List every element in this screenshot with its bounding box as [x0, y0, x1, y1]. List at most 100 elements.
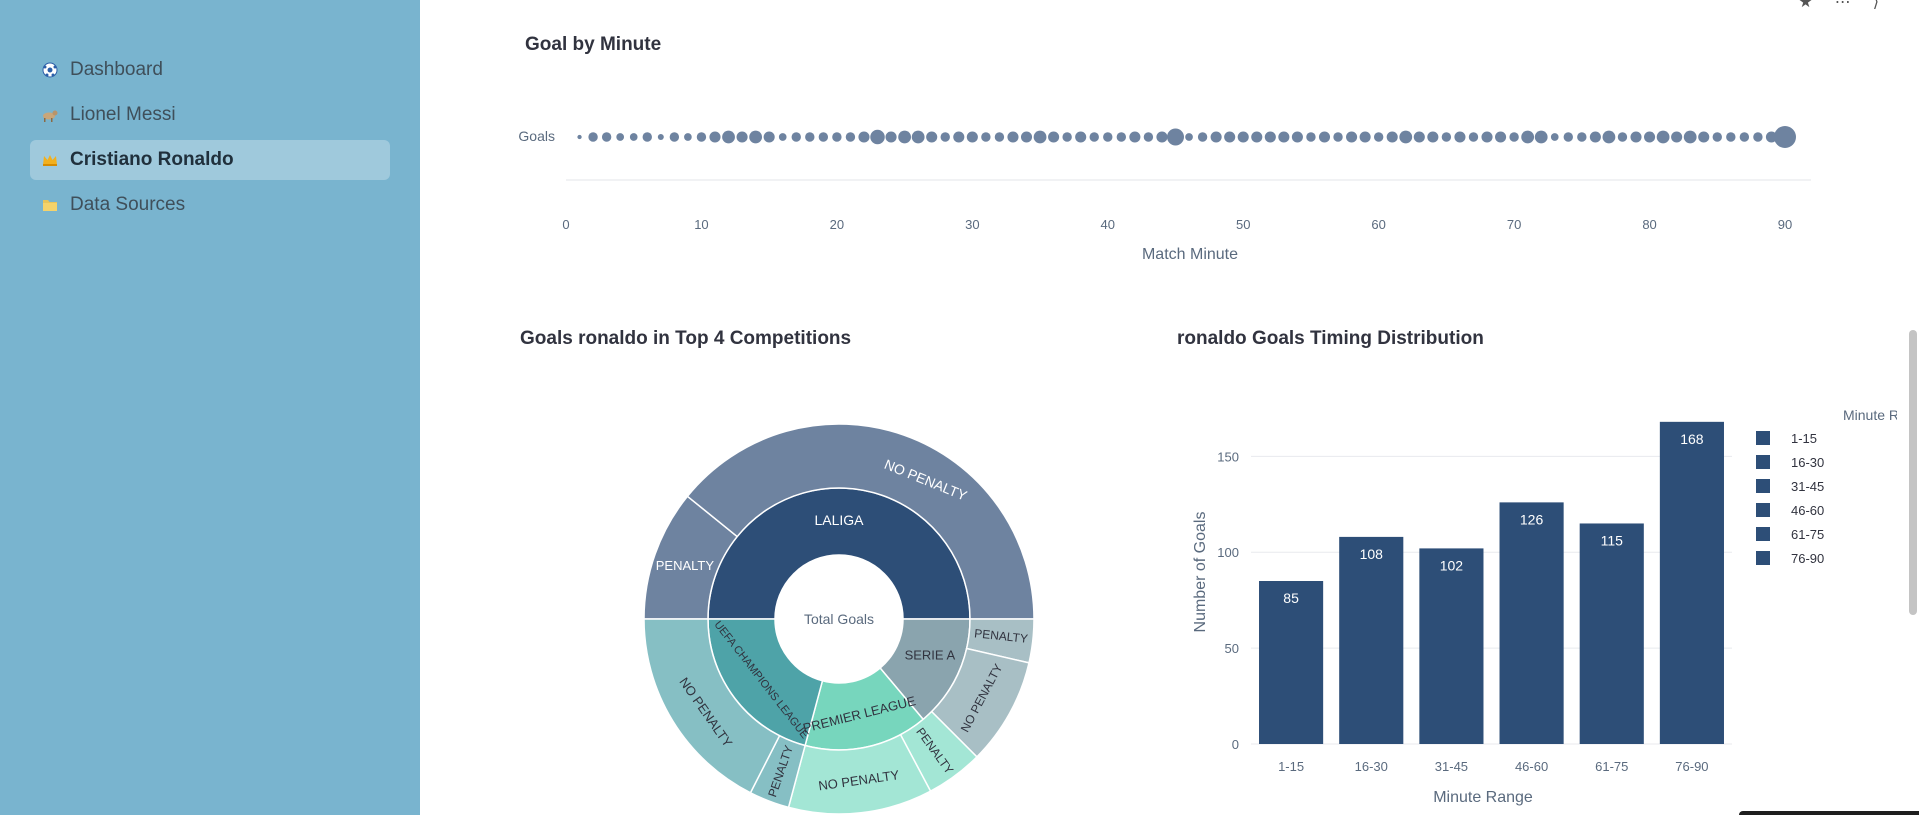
- goal-point: [845, 132, 856, 142]
- goal-point: [1726, 132, 1736, 142]
- goal-point: [684, 133, 692, 141]
- sunburst-chart: LALIGASERIE APREMIER LEAGUEUEFA CHAMPION…: [643, 423, 1035, 815]
- goal-point: [1454, 131, 1466, 143]
- goal-point: [1630, 131, 1642, 143]
- goal-point: [1399, 130, 1413, 144]
- x-tick-label: 40: [1101, 217, 1115, 232]
- goal-point: [1278, 131, 1290, 143]
- goal-point: [1116, 132, 1127, 142]
- sidebar-nav: Dashboard Lionel Messi Cristiano Ronaldo…: [30, 50, 390, 230]
- timing-bar-chart: 85 108 102 126 115 168 0 50 100 150 1-15 16-30 31-4…: [1192, 407, 1897, 806]
- goal-point: [778, 133, 787, 141]
- goal-point: [805, 132, 815, 142]
- goal-point: [1617, 132, 1628, 142]
- bar-value-label: 168: [1680, 431, 1704, 447]
- goal-point: [1224, 131, 1236, 143]
- goal-point: [588, 132, 598, 142]
- goal-point: [1698, 131, 1710, 143]
- x-axis-label: Minute Range: [1433, 789, 1533, 806]
- x-tick-label: 30: [965, 217, 979, 232]
- goal-point: [1237, 131, 1249, 143]
- goal-point: [1167, 128, 1184, 146]
- goal-point: [1156, 131, 1168, 143]
- legend-swatch: [1756, 527, 1770, 541]
- legend-label: 31-45: [1791, 479, 1824, 494]
- goal-point: [577, 134, 582, 140]
- goal-point: [722, 130, 735, 144]
- goal-point: [966, 131, 978, 143]
- timing-title: ronaldo Goals Timing Distribution: [1177, 328, 1484, 349]
- goal-point: [1753, 132, 1763, 142]
- goal-point: [709, 131, 721, 143]
- main-content: ★ ⋯ ⟩ Goal by Minute Goals 0 10 20 30 40 50 60…: [420, 0, 1919, 815]
- goal-point: [1007, 131, 1019, 143]
- bar-value-label: 108: [1360, 546, 1384, 562]
- goal-point: [763, 131, 775, 143]
- goal-point: [1656, 130, 1670, 144]
- legend-swatch: [1756, 551, 1770, 565]
- goal-point: [1427, 131, 1439, 143]
- goal-point: [601, 132, 612, 142]
- folder-icon: [42, 197, 58, 213]
- goal-point: [1468, 132, 1479, 142]
- sidebar-item-dashboard[interactable]: Dashboard: [30, 50, 390, 90]
- goal-point: [898, 130, 912, 144]
- goal-point: [953, 131, 965, 143]
- y-tick-label: 0: [1232, 737, 1239, 752]
- goal-point: [1644, 131, 1656, 143]
- goal-point: [791, 132, 801, 142]
- goal-point: [1075, 131, 1087, 143]
- goal-point: [885, 131, 897, 143]
- x-tick-label: 50: [1236, 217, 1250, 232]
- goal-point: [616, 133, 625, 141]
- sidebar-item-label: Cristiano Ronaldo: [70, 149, 234, 170]
- soccer-ball-icon: [42, 62, 58, 78]
- y-tick-label: 50: [1225, 641, 1239, 656]
- legend-label: 1-15: [1791, 431, 1817, 446]
- bar-value-label: 115: [1601, 532, 1624, 548]
- goal-point: [1020, 131, 1033, 143]
- x-tick-label: 80: [1642, 217, 1656, 232]
- x-tick-labels: 0 10 20 30 40 50 60 70 80 90: [562, 217, 1792, 232]
- x-tick-label: 46-60: [1515, 759, 1548, 774]
- goal-point: [1103, 132, 1113, 142]
- scrollbar-thumb[interactable]: [1909, 330, 1917, 615]
- goal-point: [1197, 132, 1208, 142]
- goal-point: [696, 132, 707, 142]
- goal-point: [629, 133, 638, 141]
- goal-point: [1033, 130, 1047, 144]
- status-strip: [1739, 811, 1919, 815]
- goal-point: [1048, 131, 1060, 143]
- goal-point: [1333, 132, 1343, 142]
- x-tick-label: 70: [1507, 217, 1521, 232]
- goal-point: [657, 134, 664, 140]
- legend-swatch: [1756, 479, 1770, 493]
- sidebar-item-lionel-messi[interactable]: Lionel Messi: [30, 95, 390, 135]
- goal-point: [1577, 132, 1587, 142]
- x-tick-label: 31-45: [1435, 759, 1468, 774]
- goal-point: [994, 132, 1005, 142]
- sidebar: Dashboard Lionel Messi Cristiano Ronaldo…: [0, 0, 420, 815]
- sunburst-label: PENALTY: [656, 558, 715, 573]
- bars: 85 108 102 126 115 168: [1259, 421, 1724, 744]
- x-axis-label: Match Minute: [1142, 246, 1238, 263]
- legend: 1-15 16-30 31-45 46-60 61-75 76-90: [1756, 431, 1824, 566]
- goal-point: [1521, 130, 1535, 144]
- x-tick-label: 16-30: [1355, 759, 1388, 774]
- sidebar-item-label: Data Sources: [70, 194, 186, 215]
- bar-value-label: 85: [1283, 590, 1299, 606]
- goal-point: [1534, 130, 1548, 144]
- y-axis-label: Goals: [518, 128, 555, 144]
- bar-value-label: 102: [1440, 557, 1464, 573]
- goal-point: [1143, 132, 1154, 142]
- sidebar-item-data-sources[interactable]: Data Sources: [30, 185, 390, 225]
- goal-point: [1251, 131, 1263, 143]
- goal-point: [1712, 132, 1722, 142]
- goal-point: [818, 132, 829, 142]
- goal-point: [1359, 131, 1371, 143]
- goal-point: [1373, 132, 1384, 142]
- y-tick-label: 150: [1217, 449, 1239, 464]
- legend-label: 16-30: [1791, 455, 1824, 470]
- sidebar-item-cristiano-ronaldo[interactable]: Cristiano Ronaldo: [30, 140, 390, 180]
- goal-point: [1441, 132, 1452, 142]
